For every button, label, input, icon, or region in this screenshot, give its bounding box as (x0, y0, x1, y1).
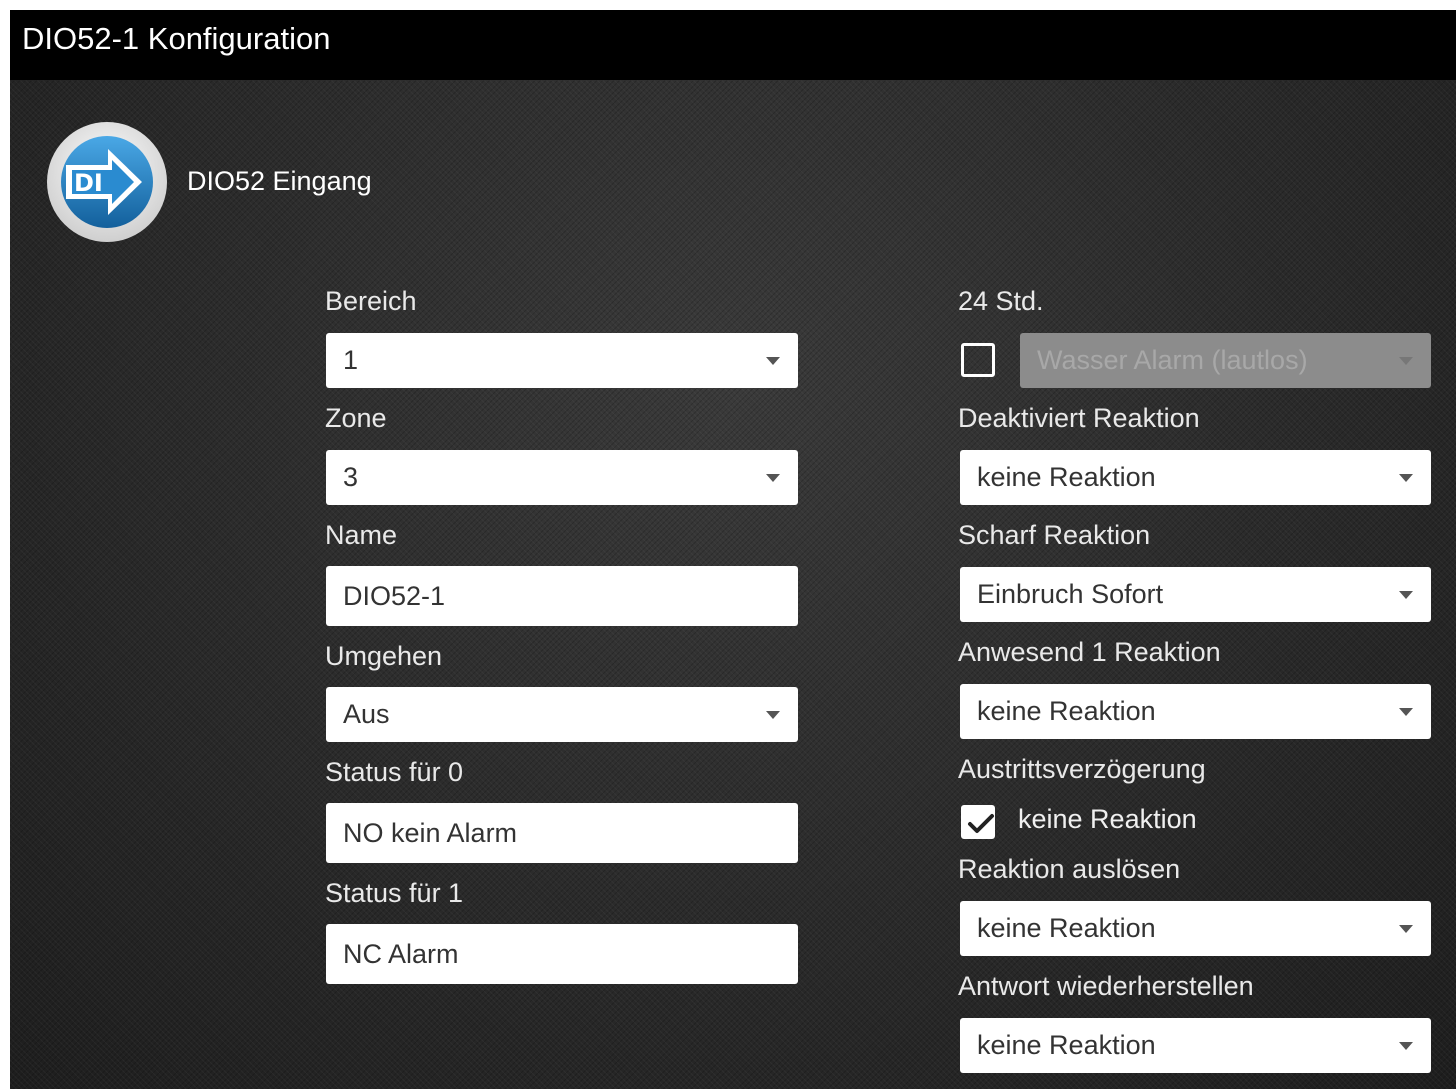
std24-checkbox[interactable] (961, 343, 995, 377)
chevron-down-icon (766, 473, 780, 482)
austritt-value: keine Reaktion (1018, 804, 1197, 834)
di-input-icon: DI (46, 121, 168, 243)
std24-select: Wasser Alarm (lautlos) (1020, 333, 1431, 388)
wiederherstellen-value: keine Reaktion (977, 1030, 1156, 1060)
umgehen-label: Umgehen (325, 641, 443, 671)
austritt-label: Austrittsverzögerung (958, 754, 1206, 784)
std24-label: 24 Std. (958, 286, 1044, 316)
austritt-checkbox[interactable] (961, 805, 995, 839)
chevron-down-icon (766, 710, 780, 719)
deaktiviert-label: Deaktiviert Reaktion (958, 403, 1200, 433)
scharf-select[interactable]: Einbruch Sofort (960, 567, 1431, 622)
ausloesen-label: Reaktion auslösen (958, 854, 1181, 884)
name-label: Name (325, 520, 398, 550)
chevron-down-icon (766, 356, 780, 365)
ausloesen-select[interactable]: keine Reaktion (960, 901, 1431, 956)
zone-value: 3 (343, 462, 359, 492)
zone-label: Zone (325, 403, 387, 433)
scharf-label: Scharf Reaktion (958, 520, 1151, 550)
status0-label: Status für 0 (325, 757, 464, 787)
deaktiviert-value: keine Reaktion (977, 462, 1156, 492)
anwesend1-select[interactable]: keine Reaktion (960, 684, 1431, 739)
bereich-label: Bereich (325, 286, 417, 316)
wiederherstellen-select[interactable]: keine Reaktion (960, 1018, 1431, 1073)
window-title: DIO52-1 Konfiguration (10, 10, 1456, 80)
chevron-down-icon (1399, 590, 1413, 599)
status1-input[interactable]: NC Alarm (326, 924, 798, 984)
config-window: DIO52-1 Konfiguration DI DIO52 Eingang B… (10, 10, 1456, 1089)
anwesend1-value: keine Reaktion (977, 696, 1156, 726)
scharf-value: Einbruch Sofort (977, 579, 1164, 609)
deaktiviert-select[interactable]: keine Reaktion (960, 450, 1431, 505)
ausloesen-value: keine Reaktion (977, 913, 1156, 943)
bereich-select[interactable]: 1 (326, 333, 798, 388)
zone-select[interactable]: 3 (326, 450, 798, 505)
chevron-down-icon (1399, 707, 1413, 716)
status0-input[interactable]: NO kein Alarm (326, 803, 798, 863)
bereich-value: 1 (343, 345, 359, 375)
svg-text:DI: DI (74, 169, 103, 197)
status0-value: NO kein Alarm (343, 817, 518, 848)
checkmark-icon (968, 814, 994, 833)
wiederherstellen-label: Antwort wiederherstellen (958, 971, 1254, 1001)
device-label: DIO52 Eingang (187, 166, 372, 196)
name-value: DIO52-1 (343, 580, 446, 611)
chevron-down-icon (1399, 473, 1413, 482)
name-input[interactable]: DIO52-1 (326, 566, 798, 626)
chevron-down-icon (1399, 356, 1413, 365)
chevron-down-icon (1399, 924, 1413, 933)
status1-label: Status für 1 (325, 878, 464, 908)
umgehen-value: Aus (343, 699, 390, 729)
status1-value: NC Alarm (343, 938, 459, 969)
chevron-down-icon (1399, 1041, 1413, 1050)
anwesend1-label: Anwesend 1 Reaktion (958, 637, 1221, 667)
umgehen-select[interactable]: Aus (326, 687, 798, 742)
std24-value: Wasser Alarm (lautlos) (1037, 345, 1308, 375)
